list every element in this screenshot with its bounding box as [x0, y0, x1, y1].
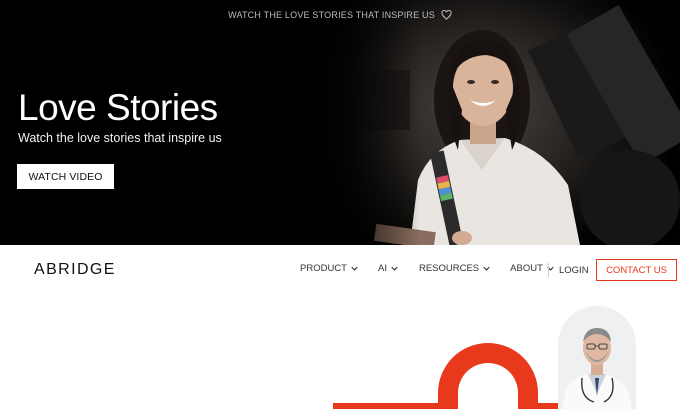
announcement-bar[interactable]: WATCH THE LOVE STORIES THAT INSPIRE US: [0, 0, 680, 30]
announcement-text[interactable]: WATCH THE LOVE STORIES THAT INSPIRE US: [228, 10, 435, 20]
nav-item-resources[interactable]: RESOURCES: [419, 263, 490, 274]
nav-item-label: ABOUT: [510, 263, 543, 274]
hero-subtitle: Watch the love stories that inspire us: [18, 131, 222, 145]
hero-fade: [300, 0, 420, 245]
nav-item-label: RESOURCES: [418, 263, 480, 274]
nav-divider: [548, 263, 549, 277]
nav-item-label: AI: [377, 263, 387, 274]
chevron-down-icon: [483, 266, 490, 271]
abridge-logo[interactable]: ABRIDGE: [34, 261, 116, 279]
hero-copy: Love Stories Watch the love stories that…: [18, 87, 222, 146]
doctor-portrait: [558, 306, 636, 409]
nav-menu: PRODUCT AI RESOURCES ABOUT: [300, 263, 574, 274]
doctor-image: [558, 306, 636, 409]
main-nav: ABRIDGE PRODUCT AI RESOURCES ABOUT LOGIN…: [0, 245, 680, 297]
hero-section: WATCH THE LOVE STORIES THAT INSPIRE US L…: [0, 0, 680, 245]
contact-us-button[interactable]: CONTACT US: [596, 259, 677, 281]
login-link[interactable]: LOGIN: [559, 265, 589, 276]
hero-graphics-section: [0, 297, 680, 409]
chevron-down-icon: [391, 266, 398, 271]
hero-title: Love Stories: [18, 87, 218, 128]
nav-item-product[interactable]: PRODUCT: [300, 263, 358, 274]
nav-item-label: PRODUCT: [300, 263, 347, 274]
watch-video-button[interactable]: WATCH VIDEO: [17, 164, 114, 189]
heart-icon: [441, 10, 452, 20]
chevron-down-icon: [351, 266, 358, 271]
nav-item-ai[interactable]: AI: [378, 263, 398, 274]
